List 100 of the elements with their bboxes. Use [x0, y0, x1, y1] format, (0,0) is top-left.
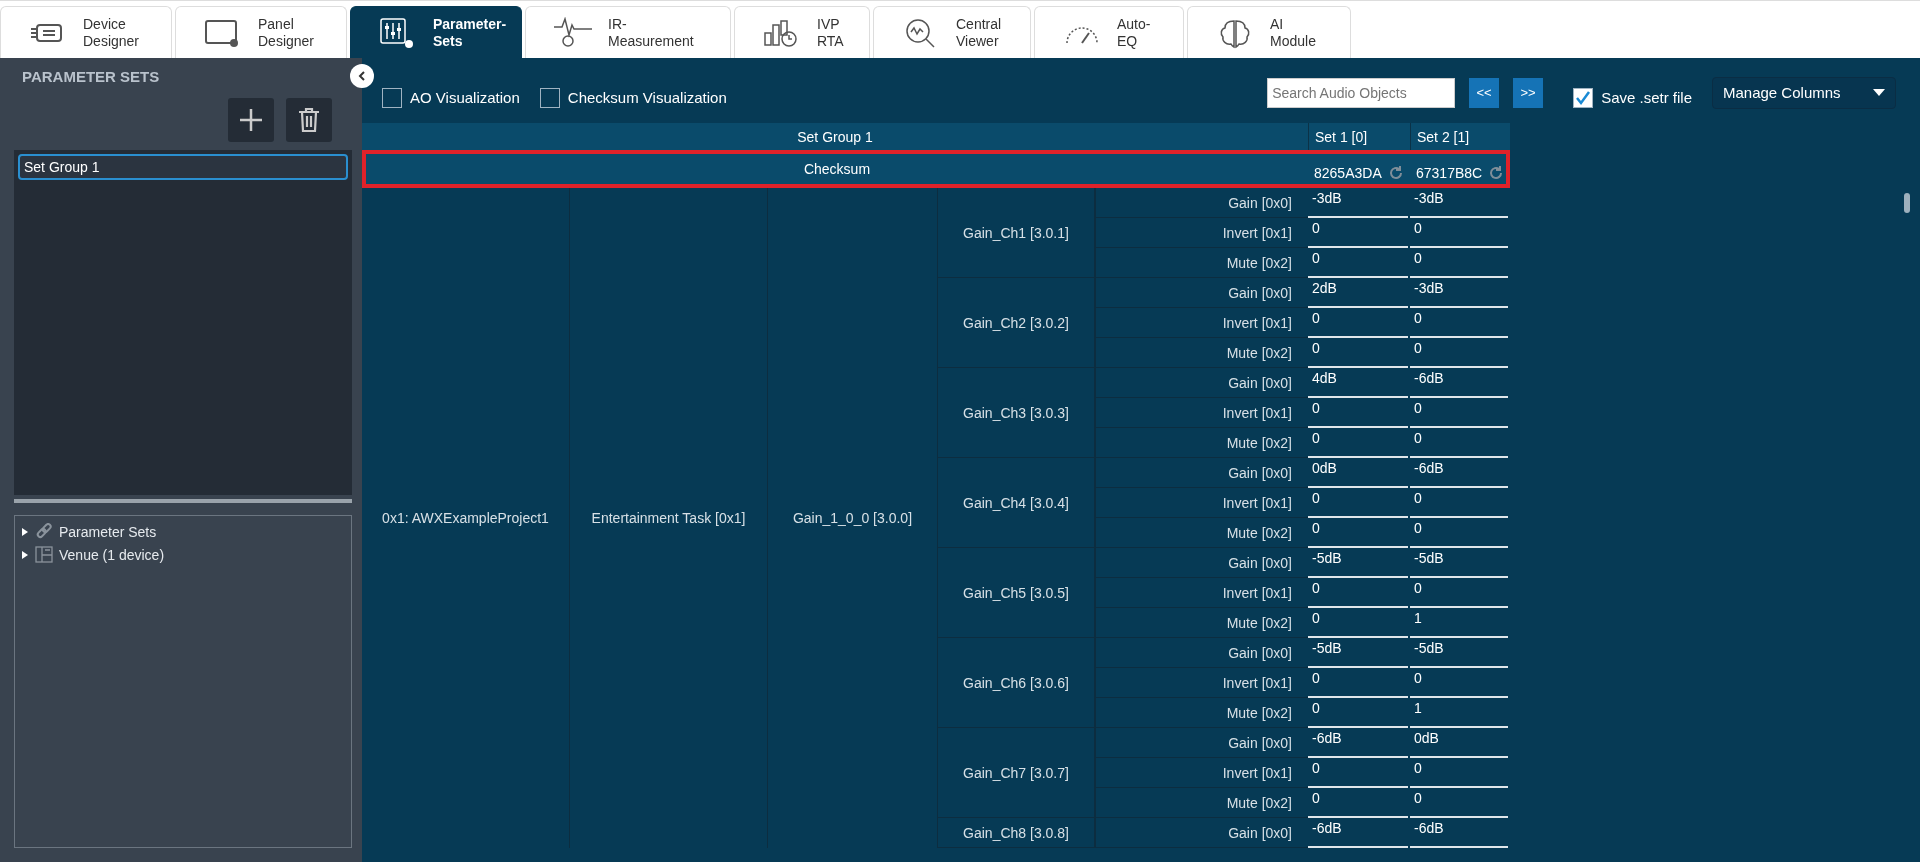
table-cell: 0dB [1308, 458, 1408, 488]
table-cell: 67317B8C [1410, 150, 1510, 188]
table-cell: 0 [1308, 428, 1408, 458]
refresh-icon [1387, 165, 1404, 181]
column-header: Set 1 [0] [1308, 123, 1410, 150]
table-cell: Mute [0x2] [1095, 788, 1308, 818]
link-icon [35, 523, 53, 540]
table-cell: 2dB [1308, 278, 1408, 308]
dropdown-caret-icon [1873, 89, 1885, 96]
tab[interactable]: Panel Designer [175, 6, 347, 58]
checkbox[interactable]: AO Visualization [382, 87, 520, 108]
table-cell: Gain_Ch1 [3.0.1] [938, 188, 1095, 278]
table-cell: 0 [1308, 488, 1408, 518]
table-cell: 4dB [1308, 368, 1408, 398]
table-cell: Mute [0x2] [1095, 428, 1308, 458]
table-cell: 1 [1410, 698, 1508, 728]
table-cell: Invert [0x1] [1095, 758, 1308, 788]
table-cell: Gain [0x0] [1095, 638, 1308, 668]
table-cell: 0 [1410, 308, 1508, 338]
table-cell: 0 [1308, 338, 1408, 368]
table-cell: 8265A3DA [1308, 150, 1410, 188]
table-cell: Gain [0x0] [1095, 278, 1308, 308]
table-cell: Gain_Ch8 [3.0.8] [938, 818, 1095, 848]
panel-title: PARAMETER SETS [21, 67, 161, 87]
layout-icon [35, 546, 53, 563]
table-cell: 0 [1410, 518, 1508, 548]
tab[interactable]: IR- Measurement [525, 6, 731, 58]
refresh-icon [1488, 165, 1505, 181]
list-item[interactable]: Set Group 1 [18, 154, 348, 180]
table-cell: Mute [0x2] [1095, 608, 1308, 638]
table-cell: 0 [1410, 248, 1508, 278]
table-cell: 0 [1308, 698, 1408, 728]
table-cell: 0 [1308, 758, 1408, 788]
table-cell: -5dB [1308, 548, 1408, 578]
table-cell: Gain_Ch6 [3.0.6] [938, 638, 1095, 728]
trash-icon [298, 107, 320, 133]
table-cell: Mute [0x2] [1095, 338, 1308, 368]
collapse-button[interactable] [350, 64, 374, 88]
checkbox[interactable]: Save .setr file [1573, 87, 1692, 108]
table-cell: 0 [1410, 758, 1508, 788]
table-cell: Gain_1_0_0 [3.0.0] [768, 188, 938, 848]
table-cell: 0 [1308, 248, 1408, 278]
table-cell: 0 [1410, 218, 1508, 248]
table-cell: Gain_Ch5 [3.0.5] [938, 548, 1095, 638]
table-cell: Gain [0x0] [1095, 728, 1308, 758]
tab[interactable]: AI Module [1187, 6, 1351, 58]
plus-icon [239, 108, 263, 132]
table-cell: -3dB [1308, 188, 1408, 218]
table-cell: 0dB [1410, 728, 1508, 758]
tree-item[interactable]: Parameter Sets [21, 520, 157, 543]
column-header: Set Group 1 [362, 123, 1308, 150]
table-cell: 0 [1308, 518, 1408, 548]
table-cell: Entertainment Task [0x1] [570, 188, 768, 848]
table-cell: 0 [1410, 428, 1508, 458]
table-cell: Gain_Ch2 [3.0.2] [938, 278, 1095, 368]
tab[interactable]: Auto- EQ [1034, 6, 1184, 58]
table-cell: Gain [0x0] [1095, 188, 1308, 218]
table-cell: Gain_Ch3 [3.0.3] [938, 368, 1095, 458]
checksum-label: Checksum [362, 150, 1308, 188]
table-cell: 0 [1410, 398, 1508, 428]
tab[interactable]: Parameter- Sets [350, 6, 522, 58]
checkbox[interactable]: Checksum Visualization [539, 87, 727, 108]
table-cell: 0 [1308, 218, 1408, 248]
column-header: Set 2 [1] [1410, 123, 1510, 150]
table-cell: Gain_Ch4 [3.0.4] [938, 458, 1095, 548]
table-cell: Invert [0x1] [1095, 488, 1308, 518]
next-button[interactable]: >> [1513, 77, 1544, 108]
table-cell: -6dB [1308, 818, 1408, 848]
tab[interactable]: IVP RTA [734, 6, 870, 58]
table-cell: Gain_Ch7 [3.0.7] [938, 728, 1095, 818]
table-cell: -5dB [1410, 638, 1508, 668]
manage-columns-dropdown[interactable]: Manage Columns [1712, 76, 1896, 109]
table-cell: -6dB [1410, 458, 1508, 488]
add-button[interactable] [228, 98, 274, 142]
table-cell: 0 [1410, 338, 1508, 368]
table-cell: -5dB [1308, 638, 1408, 668]
waveform-icon [552, 16, 594, 49]
previous-button[interactable]: << [1469, 77, 1500, 108]
search-field[interactable]: Search Audio Objects [1267, 77, 1456, 108]
table-cell: Invert [0x1] [1095, 398, 1308, 428]
table-cell: Gain [0x0] [1095, 458, 1308, 488]
table-cell: 0 [1410, 578, 1508, 608]
table-cell: -5dB [1410, 548, 1508, 578]
table-cell: Invert [0x1] [1095, 668, 1308, 698]
table-cell: Gain [0x0] [1095, 818, 1308, 848]
tab[interactable]: Central Viewer [873, 6, 1031, 58]
checkmark-icon [1575, 89, 1592, 106]
table-cell: Invert [0x1] [1095, 218, 1308, 248]
delete-button[interactable] [286, 98, 332, 142]
table-cell: 0 [1410, 788, 1508, 818]
table-cell: -3dB [1410, 278, 1508, 308]
tab[interactable]: Device Designer [0, 6, 172, 58]
table-cell: -3dB [1410, 188, 1508, 218]
table-cell: -6dB [1410, 368, 1508, 398]
table-cell: 0 [1308, 668, 1408, 698]
tree-item[interactable]: Venue (1 device) [21, 543, 165, 566]
table-cell: 0 [1308, 398, 1408, 428]
table-cell: Mute [0x2] [1095, 698, 1308, 728]
table-cell: 0 [1308, 788, 1408, 818]
scrollbar-thumb[interactable] [1904, 193, 1910, 213]
